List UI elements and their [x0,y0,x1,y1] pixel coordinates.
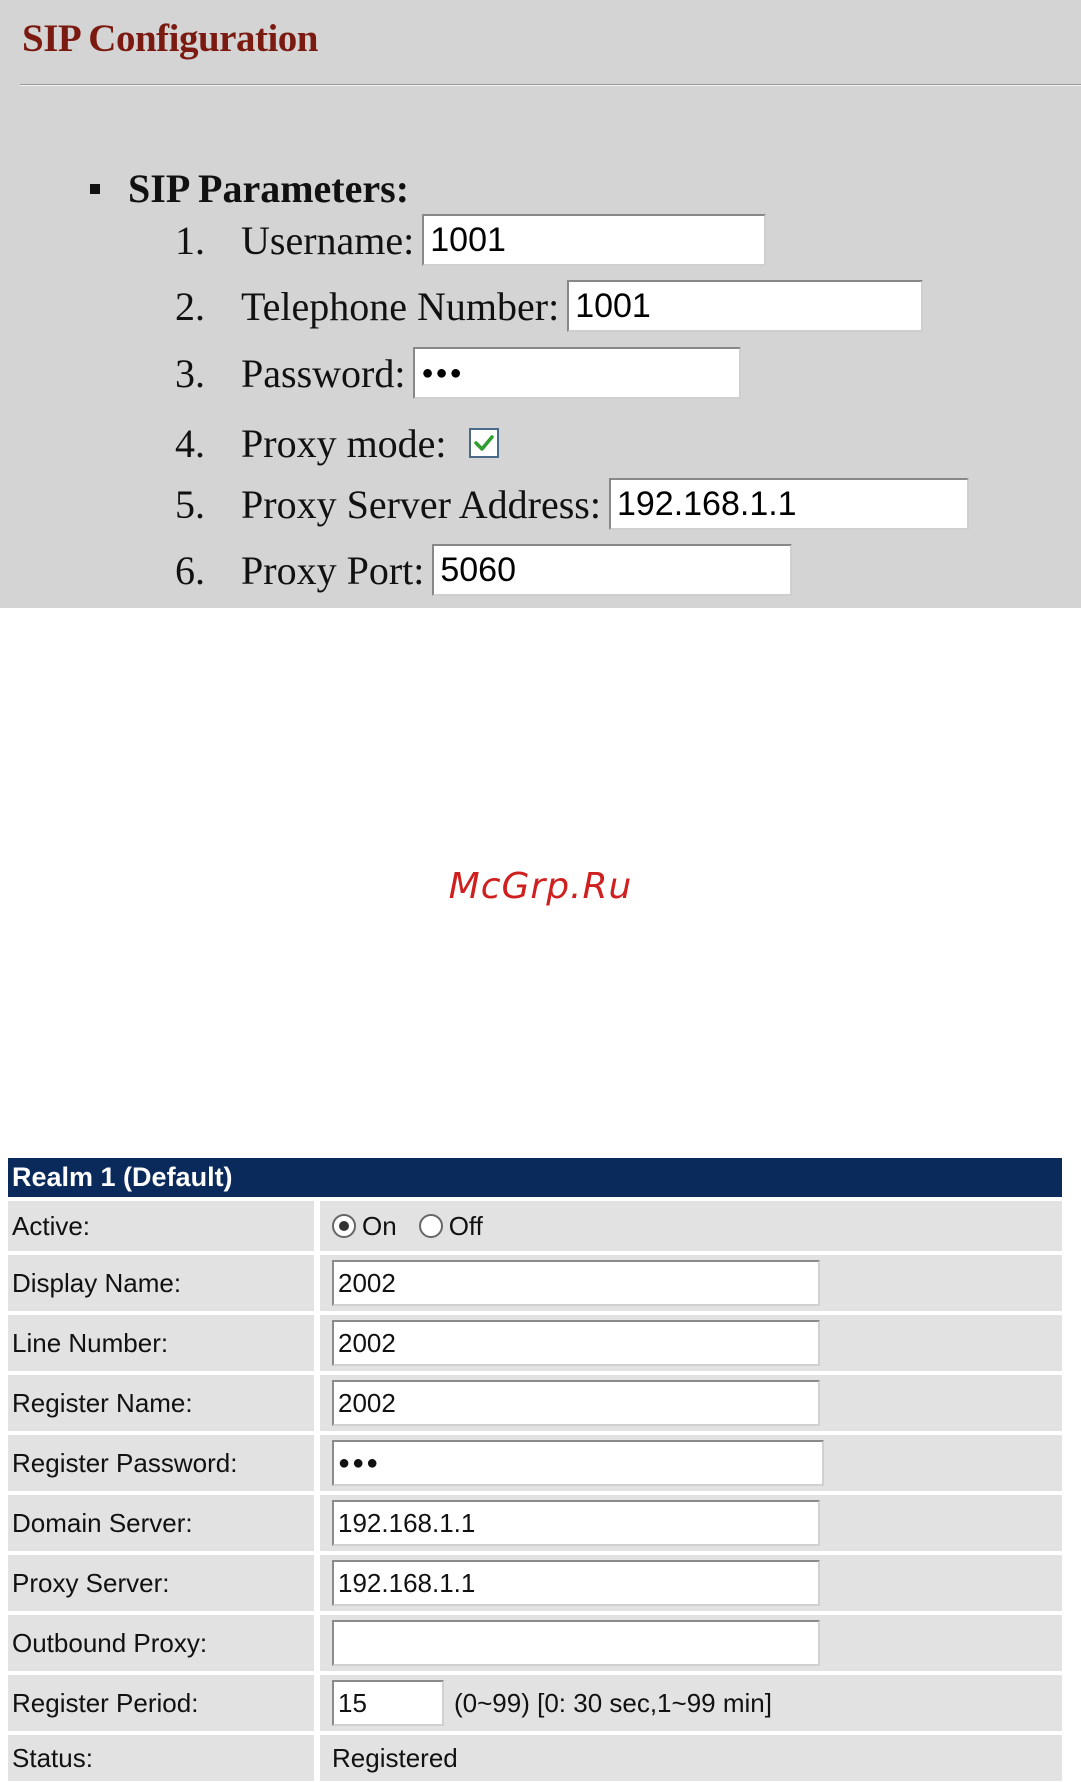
section-title: SIP Parameters: [128,166,410,211]
proxy-server-label: Proxy Server: [8,1555,314,1611]
sip-configuration-panel: SIP Configuration SIP Parameters: 1. Use… [0,0,1081,608]
register-period-cell: 15 (0~99) [0: 30 sec,1~99 min] [320,1675,1062,1731]
table-row: Proxy Server: 192.168.1.1 [8,1555,1062,1611]
line-number-label: Line Number: [8,1315,314,1371]
register-password-input[interactable]: ●●● [332,1440,824,1486]
item-number: 1. [175,217,205,263]
outbound-proxy-input[interactable] [332,1620,820,1666]
watermark: McGrp.Ru [448,866,633,907]
password-value: ●●● [421,361,464,384]
table-row: Register Name: 2002 [8,1375,1062,1431]
active-on-label: On [362,1210,397,1241]
register-name-value: 2002 [338,1387,396,1418]
sip-item-proxy-mode: 4. Proxy mode: [175,414,499,472]
username-input[interactable]: 1001 [422,214,767,266]
password-input[interactable]: ●●● [413,347,742,399]
register-period-input[interactable]: 15 [332,1680,444,1726]
item-number: 4. [175,420,205,466]
proxy-server-input[interactable]: 192.168.1.1 [332,1560,820,1606]
register-name-input[interactable]: 2002 [332,1380,820,1426]
item-number: 5. [175,481,205,527]
status-label: Status: [8,1735,314,1781]
bullet-icon [90,183,100,194]
table-row: Active: On Off [8,1201,1062,1251]
display-name-value: 2002 [338,1267,396,1298]
status-value: Registered [332,1742,458,1773]
register-period-hint: (0~99) [0: 30 sec,1~99 min] [454,1687,772,1718]
username-label: Username: [241,217,415,263]
sip-item-username: 1. Username: 1001 [175,211,767,269]
table-row: Register Password: ●●● [8,1435,1062,1491]
line-number-value: 2002 [338,1327,396,1358]
table-row: Display Name: 2002 [8,1255,1062,1311]
register-period-label: Register Period: [8,1675,314,1731]
table-row: Outbound Proxy: [8,1615,1062,1671]
title-divider [20,84,1081,86]
domain-server-cell: 192.168.1.1 [320,1495,1062,1551]
status-cell: Registered [320,1735,1062,1781]
active-off-radio[interactable] [418,1214,443,1238]
item-number: 3. [175,350,205,396]
proxy-mode-checkbox[interactable] [468,428,499,458]
password-label: Password: [241,350,406,396]
proxy-server-cell: 192.168.1.1 [320,1555,1062,1611]
table-row: Register Period: 15 (0~99) [0: 30 sec,1~… [8,1675,1062,1731]
outbound-proxy-label: Outbound Proxy: [8,1615,314,1671]
item-number: 6. [175,547,205,593]
domain-server-value: 192.168.1.1 [338,1507,476,1538]
sip-item-password: 3. Password: ●●● [175,344,742,402]
realm-table: Realm 1 (Default) Active: On Off Display… [8,1158,1062,1781]
sip-item-telephone-number: 2. Telephone Number: 1001 [175,277,924,335]
active-value: On Off [320,1201,1062,1251]
table-row: Line Number: 2002 [8,1315,1062,1371]
active-on-radio[interactable] [332,1214,356,1238]
proxy-server-value: 192.168.1.1 [338,1567,476,1598]
proxy-mode-label: Proxy mode: [241,420,447,466]
line-number-cell: 2002 [320,1315,1062,1371]
telephone-number-label: Telephone Number: [241,283,560,329]
outbound-proxy-cell [320,1615,1062,1671]
register-period-value: 15 [338,1687,367,1718]
sip-item-proxy-port: 6. Proxy Port: 5060 [175,541,793,599]
telephone-number-input[interactable]: 1001 [567,280,924,332]
proxy-server-address-label: Proxy Server Address: [241,481,601,527]
display-name-label: Display Name: [8,1255,314,1311]
radio-selected-dot [339,1221,349,1231]
checkmark-icon [473,435,494,451]
realm-header: Realm 1 (Default) [8,1158,1062,1197]
proxy-port-value: 5060 [440,550,516,589]
domain-server-label: Domain Server: [8,1495,314,1551]
table-row: Domain Server: 192.168.1.1 [8,1495,1062,1551]
domain-server-input[interactable]: 192.168.1.1 [332,1500,820,1546]
section-heading: SIP Parameters: [90,165,409,212]
active-label: Active: [8,1201,314,1251]
display-name-input[interactable]: 2002 [332,1260,820,1306]
register-password-cell: ●●● [320,1435,1062,1491]
proxy-port-label: Proxy Port: [241,547,425,593]
line-number-input[interactable]: 2002 [332,1320,820,1366]
proxy-server-address-input[interactable]: 192.168.1.1 [608,478,969,530]
proxy-port-input[interactable]: 5060 [432,544,793,596]
register-password-value: ●●● [338,1451,381,1474]
table-row: Status: Registered [8,1735,1062,1781]
display-name-cell: 2002 [320,1255,1062,1311]
register-name-cell: 2002 [320,1375,1062,1431]
telephone-number-value: 1001 [575,286,651,325]
item-number: 2. [175,283,205,329]
username-value: 1001 [430,220,506,259]
sip-item-proxy-server-address: 5. Proxy Server Address: 192.168.1.1 [175,475,969,533]
register-password-label: Register Password: [8,1435,314,1491]
page-title: SIP Configuration [22,17,318,60]
active-off-label: Off [448,1210,483,1241]
proxy-server-address-value: 192.168.1.1 [616,484,797,523]
register-name-label: Register Name: [8,1375,314,1431]
